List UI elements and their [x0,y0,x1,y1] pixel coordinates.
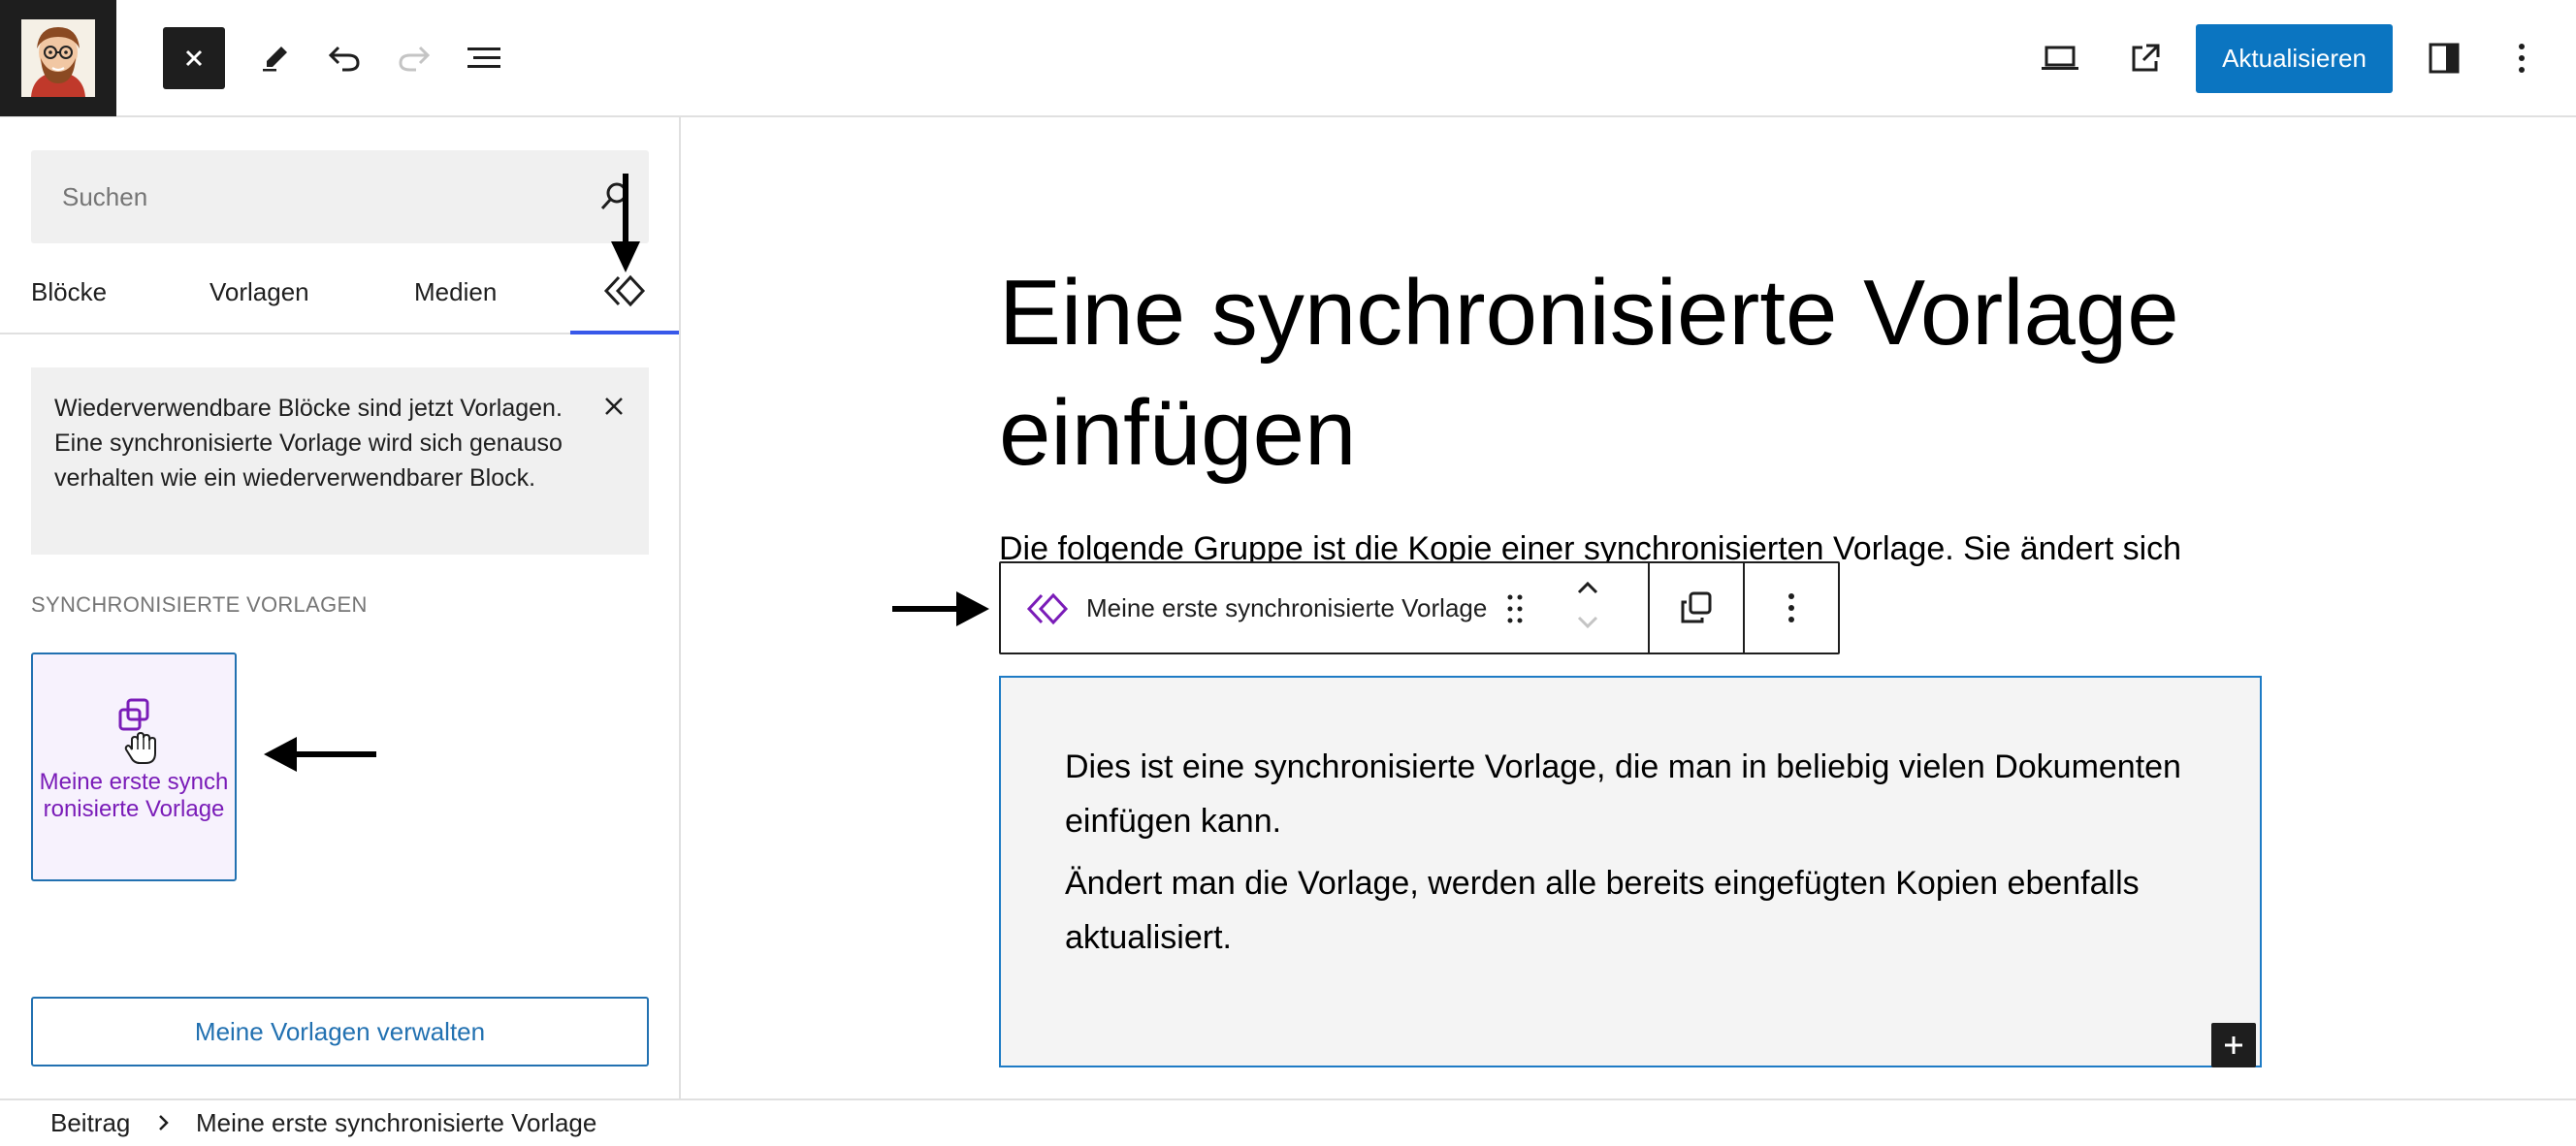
block-parent-selector[interactable]: Meine erste synchronisierte Vorlage [1001,563,1650,653]
preview-button[interactable] [2029,27,2091,89]
drag-handle-icon[interactable] [1505,592,1525,625]
block-toolbar: Meine erste synchronisierte Vorlage [999,561,1840,654]
add-block-button[interactable] [2211,1023,2256,1067]
block-inserter-panel: Suchen Blöcke Vorlagen Medien Wiederverw… [0,117,681,1098]
list-view-icon [467,48,500,68]
tab-synced-patterns[interactable] [570,251,679,334]
search-placeholder: Suchen [62,182,148,211]
manage-patterns-button[interactable]: Meine Vorlagen verwalten [31,997,649,1066]
chevron-right-icon [155,1100,173,1146]
avatar-icon [21,19,95,97]
pattern-item-label: Meine erste synchronisierte Vorlage [39,769,229,822]
redo-icon [399,46,431,72]
redo-button[interactable] [383,27,445,89]
chevron-up-icon[interactable] [1573,577,1602,598]
notice-text: Wiederverwendbare Blöcke sind jetzt Vorl… [54,395,563,492]
tab-blocks[interactable]: Blöcke [31,251,107,334]
breadcrumb-item-pattern[interactable]: Meine erste synchronisierte Vorlage [196,1100,596,1146]
editor-header: Aktualisieren [0,0,2576,117]
update-button[interactable]: Aktualisieren [2196,24,2393,93]
block-toolbar-label: Meine erste synchronisierte Vorlage [1086,593,1488,622]
sidebar-toggle-icon [2429,43,2460,74]
inserter-tabs: Blöcke Vorlagen Medien [0,251,679,334]
post-title[interactable]: Eine synchronisierte Vorlage einfügen [999,253,2260,493]
synced-pattern-icon [1026,592,1069,625]
block-options-button[interactable] [1745,563,1838,653]
reusable-blocks-notice: Wiederverwendbare Blöcke sind jetzt Vorl… [31,367,649,555]
block-breadcrumb: Beitrag Meine erste synchronisierte Vorl… [0,1098,2576,1146]
view-post-button[interactable] [2114,27,2176,89]
pencil-icon [263,47,287,72]
annotation-arrow-left [264,737,376,772]
synced-pattern-group-block[interactable]: Dies ist eine synchronisierte Vorlage, d… [999,676,2262,1067]
undo-button[interactable] [313,27,375,89]
plus-icon [2225,1036,2242,1054]
tools-button[interactable] [244,27,306,89]
settings-toggle-button[interactable] [2413,27,2475,89]
detach-pattern-button[interactable] [1650,563,1745,653]
pattern-copy-icon [118,698,149,731]
synced-pattern-icon [603,274,646,307]
synced-patterns-heading: Synchronisierte Vorlagen [31,592,368,617]
document-overview-button[interactable] [453,27,515,89]
editor-canvas: Eine synchronisierte Vorlage einfügen Di… [681,117,2576,1098]
site-logo[interactable] [0,0,116,116]
copy-icon [1681,591,1712,623]
group-paragraph[interactable]: Dies ist eine synchronisierte Vorlage, d… [1065,740,2209,848]
search-input[interactable]: Suchen [31,150,649,243]
synced-pattern-item[interactable]: Meine erste synchronisierte Vorlage [31,653,237,881]
breadcrumb-item-post[interactable]: Beitrag [50,1100,130,1146]
options-menu-button[interactable] [2491,27,2553,89]
more-options-icon [1788,593,1794,622]
group-paragraph[interactable]: Ändert man die Vorlage, werden alle bere… [1065,856,2209,965]
chevron-down-icon[interactable] [1573,612,1602,633]
tab-media[interactable]: Medien [414,251,497,334]
desktop-preview-icon [2042,46,2078,70]
annotation-arrow-right [892,591,989,626]
tab-patterns[interactable]: Vorlagen [209,251,309,334]
close-inserter-button[interactable] [163,27,225,89]
close-icon[interactable] [602,395,626,418]
grab-cursor-icon [124,731,156,764]
close-icon [185,49,203,67]
more-options-icon [2519,44,2525,73]
external-link-icon [2132,44,2160,72]
undo-icon [328,46,360,72]
